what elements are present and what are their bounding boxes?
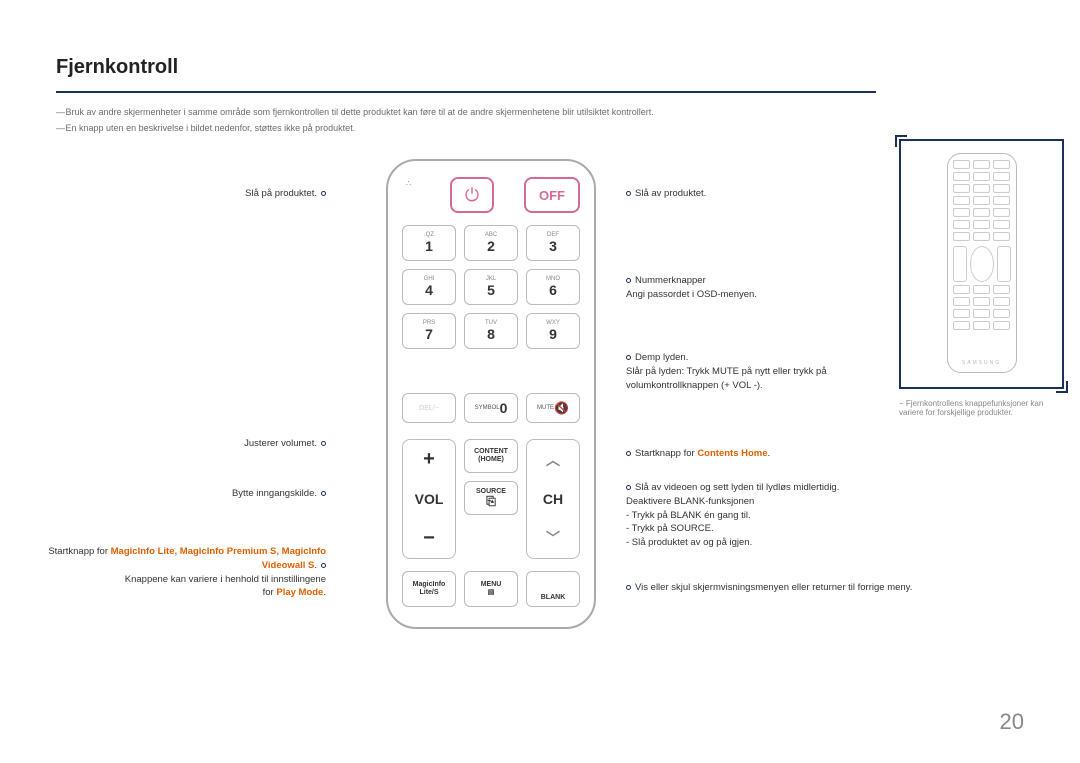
callout-mute: Demp lyden. Slår på lyden: Trykk MUTE på… — [626, 351, 906, 392]
source-icon: ⎘ — [486, 495, 496, 508]
ir-dots: ∴ — [406, 179, 413, 188]
key-6: MNO6 — [526, 269, 580, 305]
content-home-button: CONTENT(HOME) — [464, 439, 518, 473]
side-note: Fjernkontrollens knappefunksjoner kan va… — [899, 399, 1064, 417]
callout-numkeys: Nummerknapper Angi passordet i OSD-menye… — [626, 274, 906, 302]
middle-cluster: + VOL − CONTENT(HOME) SOURCE⎘ ︿ CH ﹀ — [402, 439, 580, 559]
zero-key: SYMBOL0 — [464, 393, 518, 423]
bottom-row: MagicInfoLite/S MENU▤ BLANK — [402, 571, 580, 607]
power-on-button — [450, 177, 494, 213]
remote-illustration: ∴ OFF .QZ1 ABC2 DEF3 GHI4 JKL5 MNO6 PRS7… — [386, 159, 596, 629]
key-4: GHI4 — [402, 269, 456, 305]
number-keypad: .QZ1 ABC2 DEF3 GHI4 JKL5 MNO6 PRS7 TUV8 … — [402, 225, 580, 349]
menu-button: MENU▤ — [464, 571, 518, 607]
mute-key: MUTE🔇 — [526, 393, 580, 423]
row4: DEL/− SYMBOL0 MUTE🔇 — [402, 393, 580, 423]
callout-source: Bytte inngangskilde. — [56, 487, 326, 501]
magicinfo-button: MagicInfoLite/S — [402, 571, 456, 607]
side-remote-frame: SAMSUNG — [899, 139, 1064, 389]
callout-power-off: Slå av produktet. — [626, 187, 886, 201]
callout-power-on: Slå på produktet. — [56, 187, 326, 201]
mini-brand: SAMSUNG — [953, 360, 1011, 366]
mini-remote: SAMSUNG — [947, 153, 1017, 373]
key-5: JKL5 — [464, 269, 518, 305]
key-1: .QZ1 — [402, 225, 456, 261]
blank-button: BLANK — [526, 571, 580, 607]
title-underline — [56, 91, 876, 93]
del-key: DEL/− — [402, 393, 456, 423]
chevron-up-icon: ︿ — [546, 450, 560, 470]
vol-rocker: + VOL − — [402, 439, 456, 559]
callout-magicinfo: Startknapp for MagicInfo Lite, MagicInfo… — [26, 545, 326, 600]
note-1: Bruk av andre skjermenheter i samme områ… — [56, 107, 1024, 117]
callout-menu: Vis eller skjul skjermvisningsmenyen ell… — [626, 581, 926, 595]
callout-content-home: Startknapp for Contents Home. — [626, 447, 906, 461]
callout-blank: Slå av videoen og sett lyden til lydløs … — [626, 481, 926, 550]
power-off-button: OFF — [524, 177, 580, 213]
ch-rocker: ︿ CH ﹀ — [526, 439, 580, 559]
page-number: 20 — [1000, 709, 1024, 735]
key-9: WXY9 — [526, 313, 580, 349]
key-8: TUV8 — [464, 313, 518, 349]
source-button: SOURCE⎘ — [464, 481, 518, 515]
note-2: En knapp uten en beskrivelse i bildet ne… — [56, 123, 1024, 133]
chevron-down-icon: ﹀ — [546, 528, 560, 548]
page-title: Fjernkontroll — [56, 56, 1024, 79]
key-2: ABC2 — [464, 225, 518, 261]
menu-icon: ▤ — [488, 589, 495, 597]
callout-vol: Justerer volumet. — [56, 437, 326, 451]
key-7: PRS7 — [402, 313, 456, 349]
key-3: DEF3 — [526, 225, 580, 261]
